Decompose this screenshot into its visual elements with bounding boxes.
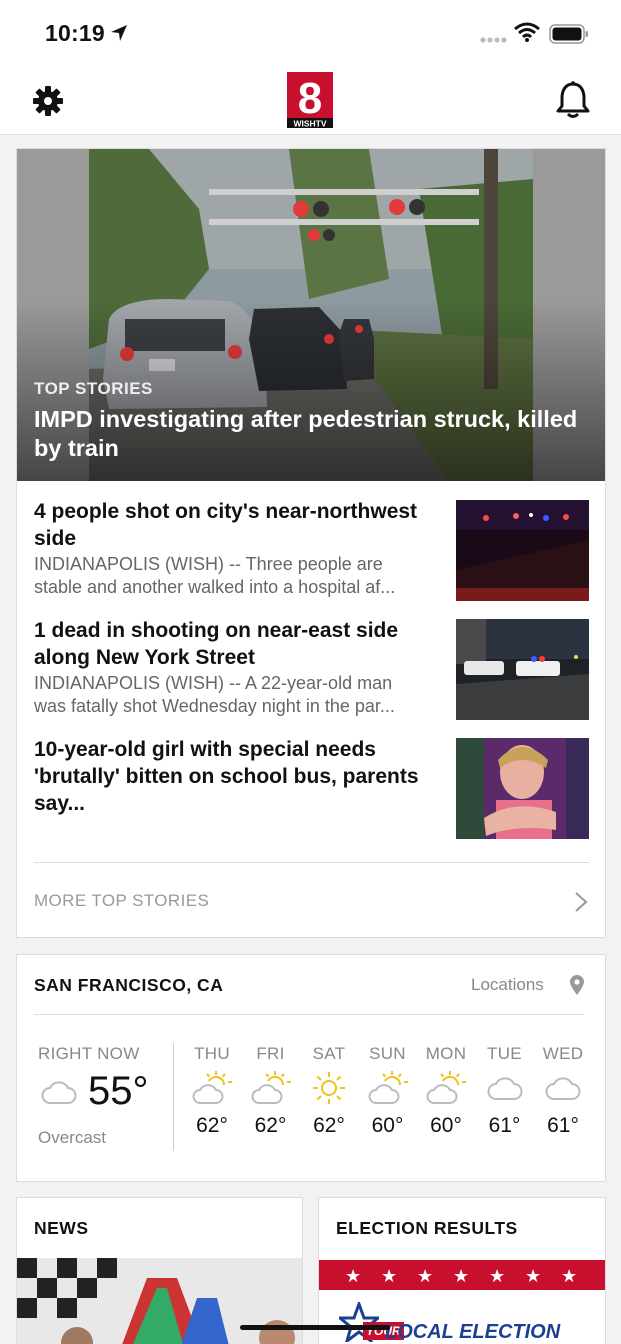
battery-icon: [549, 24, 588, 44]
news-section-title: NEWS: [34, 1218, 89, 1238]
story-title[interactable]: 10-year-old girl with special needs 'bru…: [34, 736, 444, 817]
cloud-icon: [476, 1066, 534, 1110]
home-indicator[interactable]: [240, 1325, 390, 1330]
svg-text:★: ★: [381, 1266, 397, 1287]
hero-story[interactable]: TOP STORIES IMPD investigating after ped…: [17, 149, 605, 481]
stars-icon: ★ ★ ★ ★ ★ ★ ★: [345, 1266, 577, 1287]
story-title[interactable]: 1 dead in shooting on near-east side alo…: [34, 617, 444, 671]
svg-text:★: ★: [417, 1266, 433, 1287]
forecast-day-name: SAT: [312, 1044, 346, 1063]
partly-sunny-icon: [242, 1066, 300, 1110]
election-results-image: ★ ★ ★ ★ ★ ★ ★ YOUR LOCAL ELECTION: [319, 1258, 605, 1344]
story-item[interactable]: 1 dead in shooting on near-east side alo…: [34, 617, 594, 721]
election-logo-text: LOCAL ELECTION: [385, 1321, 561, 1343]
svg-text:★: ★: [525, 1266, 541, 1287]
story-summary: INDIANAPOLIS (WISH) -- A 22-year-old man: [34, 673, 393, 693]
svg-text:★: ★: [345, 1266, 361, 1287]
settings-gear-icon[interactable]: [30, 83, 66, 119]
forecast-day: SAT 62°: [300, 1044, 358, 1138]
story-summary: was fatally shot Wednesday night in the …: [34, 696, 395, 716]
location-arrow-icon: [111, 25, 127, 41]
forecast-day: MON 60°: [417, 1044, 475, 1138]
top-stories-card: TOP STORIES IMPD investigating after ped…: [16, 148, 606, 938]
forecast-day-temperature: 61°: [488, 1114, 521, 1137]
forecast-day-temperature: 62°: [254, 1114, 287, 1137]
partly-sunny-icon: [183, 1066, 241, 1110]
forecast-day-name: THU: [194, 1044, 230, 1063]
election-section-title: ELECTION RESULTS: [336, 1218, 518, 1238]
svg-text:★: ★: [453, 1266, 469, 1287]
story-summary: stable and another walked into a hospita…: [34, 577, 396, 597]
story-item[interactable]: 10-year-old girl with special needs 'bru…: [34, 736, 594, 840]
story-thumbnail[interactable]: [456, 619, 589, 720]
story-summary: INDIANAPOLIS (WISH) -- Three people are: [34, 554, 383, 574]
forecast-day-temperature: 60°: [430, 1114, 462, 1137]
forecast-day: FRI 62°: [242, 1044, 300, 1138]
story-title[interactable]: 4 people shot on city's near-northwest s…: [34, 498, 444, 552]
election-results-card[interactable]: ELECTION RESULTS ★ ★ ★ ★ ★ ★ ★ YOUR LOCAL ELE…: [318, 1197, 606, 1344]
right-now-label: RIGHT NOW: [38, 1044, 140, 1063]
forecast-day-temperature: 62°: [313, 1114, 345, 1137]
weather-card[interactable]: SAN FRANCISCO, CA Locations RIGHT NOW 55…: [16, 954, 606, 1182]
divider: [34, 862, 589, 863]
story-item[interactable]: 4 people shot on city's near-northwest s…: [34, 498, 594, 602]
logo-text: WISHTV: [293, 119, 326, 129]
location-pin-icon[interactable]: [569, 974, 585, 996]
forecast-day: TUE 61°: [476, 1044, 534, 1138]
current-temperature: 55°: [88, 1069, 149, 1113]
sunny-icon: [300, 1066, 358, 1110]
forecast-day-name: SUN: [369, 1044, 406, 1063]
forecast-day-name: WED: [542, 1044, 584, 1063]
forecast-day-temperature: 62°: [196, 1114, 228, 1137]
forecast-day: THU 62°: [183, 1044, 241, 1138]
news-section-card[interactable]: NEWS: [16, 1197, 303, 1344]
weather-city: SAN FRANCISCO, CA: [34, 975, 224, 995]
svg-text:★: ★: [561, 1266, 577, 1287]
current-condition: Overcast: [38, 1128, 107, 1147]
status-bar: 10:19: [0, 0, 621, 66]
cellular-signal-icon: [480, 37, 507, 43]
notifications-bell-icon[interactable]: [554, 80, 592, 120]
cloud-icon: [41, 1081, 77, 1104]
more-top-stories-link[interactable]: MORE TOP STORIES: [34, 891, 209, 911]
hero-title[interactable]: IMPD investigating after pedestrian stru…: [34, 405, 594, 463]
forecast-day-temperature: 60°: [371, 1114, 404, 1137]
divider: [34, 1014, 584, 1015]
logo-number: 8: [298, 74, 322, 123]
nav-bar: 8 WISHTV: [0, 66, 621, 135]
forecast-day: WED 61°: [534, 1044, 592, 1138]
hero-kicker: TOP STORIES: [34, 379, 153, 398]
wishtv-logo[interactable]: 8 WISHTV: [287, 72, 333, 129]
chevron-right-icon[interactable]: [574, 891, 588, 913]
forecast-day-name: MON: [425, 1044, 467, 1063]
news-section-image: [17, 1258, 302, 1344]
story-thumbnail[interactable]: [456, 500, 589, 601]
wifi-icon: [514, 22, 540, 42]
cloud-icon: [534, 1066, 592, 1110]
forecast-day-name: FRI: [256, 1044, 285, 1063]
svg-text:★: ★: [489, 1266, 505, 1287]
partly-sunny-icon: [417, 1066, 475, 1110]
forecast-day-temperature: 61°: [547, 1114, 579, 1137]
locations-button[interactable]: Locations: [471, 975, 544, 995]
divider: [173, 1043, 174, 1151]
forecast-day-name: TUE: [487, 1044, 522, 1063]
partly-sunny-icon: [359, 1066, 417, 1110]
story-thumbnail[interactable]: [456, 738, 589, 839]
status-time: 10:19: [45, 20, 105, 46]
forecast-day: SUN 60°: [359, 1044, 417, 1138]
